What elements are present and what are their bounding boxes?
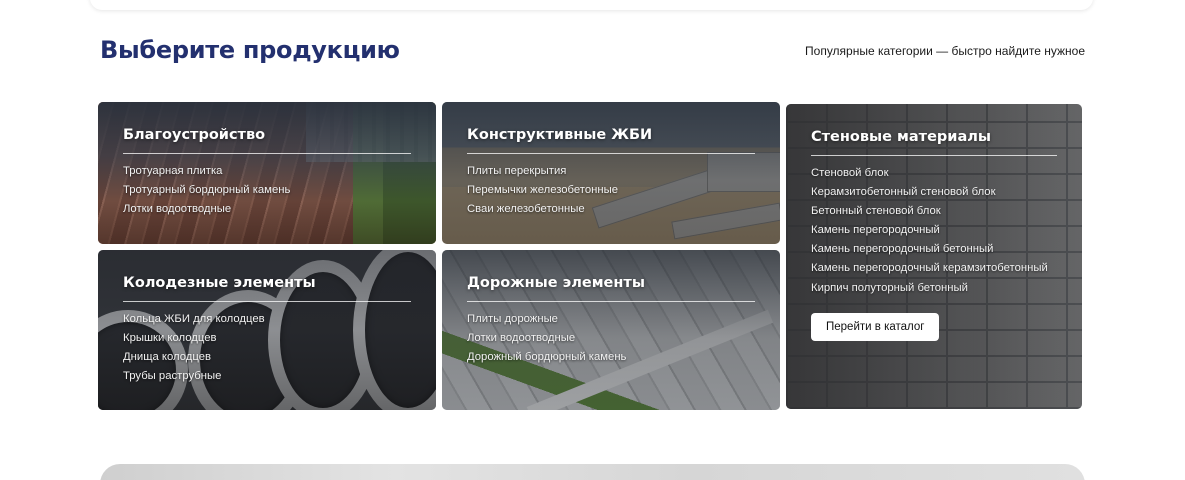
category-link[interactable]: Бетонный стеновой блок — [811, 202, 1057, 221]
category-link[interactable]: Плиты перекрытия — [467, 162, 755, 181]
category-link[interactable]: Лотки водоотводные — [467, 329, 755, 348]
category-link[interactable]: Лотки водоотводные — [123, 200, 411, 219]
category-title[interactable]: Благоустройство — [123, 127, 411, 154]
section-title: Выберите продукцию — [100, 36, 400, 64]
category-link[interactable]: Камень перегородочный керамзитобетонный — [811, 259, 1057, 279]
category-title[interactable]: Колодезные элементы — [123, 275, 411, 302]
category-card-road[interactable]: Дорожные элементы Плиты дорожные Лотки в… — [442, 250, 780, 410]
category-card-wells[interactable]: Колодезные элементы Кольца ЖБИ для колод… — [98, 250, 436, 410]
section-subtitle: Популярные категории — быстро найдите ну… — [805, 44, 1085, 58]
category-title[interactable]: Дорожные элементы — [467, 275, 755, 302]
category-card-wall-materials[interactable]: Стеновые материалы Стеновой блок Керамзи… — [786, 104, 1082, 409]
category-link[interactable]: Тротуарный бордюрный камень — [123, 181, 411, 200]
category-link[interactable]: Керамзитобетонный стеновой блок — [811, 183, 1057, 202]
category-link[interactable]: Кольца ЖБИ для колодцев — [123, 310, 411, 329]
category-link[interactable]: Камень перегородочный — [811, 221, 1057, 240]
category-link[interactable]: Кирпич полуторный бетонный — [811, 279, 1057, 298]
category-link[interactable]: Стеновой блок — [811, 164, 1057, 183]
category-card-structural[interactable]: Конструктивные ЖБИ Плиты перекрытия Пере… — [442, 102, 780, 244]
category-links: Плиты дорожные Лотки водоотводные Дорожн… — [467, 310, 755, 367]
category-link[interactable]: Перемычки железобетонные — [467, 181, 755, 200]
category-link[interactable]: Трубы раструбные — [123, 367, 411, 386]
category-link[interactable]: Тротуарная плитка — [123, 162, 411, 181]
category-link[interactable]: Днища колодцев — [123, 348, 411, 367]
category-link[interactable]: Камень перегородочный бетонный — [811, 240, 1057, 259]
category-links: Тротуарная плитка Тротуарный бордюрный к… — [123, 162, 411, 219]
category-link[interactable]: Крышки колодцев — [123, 329, 411, 348]
category-title[interactable]: Конструктивные ЖБИ — [467, 127, 755, 154]
category-links: Кольца ЖБИ для колодцев Крышки колодцев … — [123, 310, 411, 386]
category-links: Стеновой блок Керамзитобетонный стеновой… — [811, 164, 1057, 298]
category-links: Плиты перекрытия Перемычки железобетонны… — [467, 162, 755, 219]
category-card-landscaping[interactable]: Благоустройство Тротуарная плитка Тротуа… — [98, 102, 436, 244]
category-link[interactable]: Плиты дорожные — [467, 310, 755, 329]
next-section-banner — [100, 464, 1085, 480]
category-link[interactable]: Дорожный бордюрный камень — [467, 348, 755, 367]
go-to-catalog-button[interactable]: Перейти в каталог — [811, 312, 940, 341]
category-title[interactable]: Стеновые материалы — [811, 129, 1057, 156]
previous-section-card — [90, 0, 1093, 10]
category-link[interactable]: Сваи железобетонные — [467, 200, 755, 219]
